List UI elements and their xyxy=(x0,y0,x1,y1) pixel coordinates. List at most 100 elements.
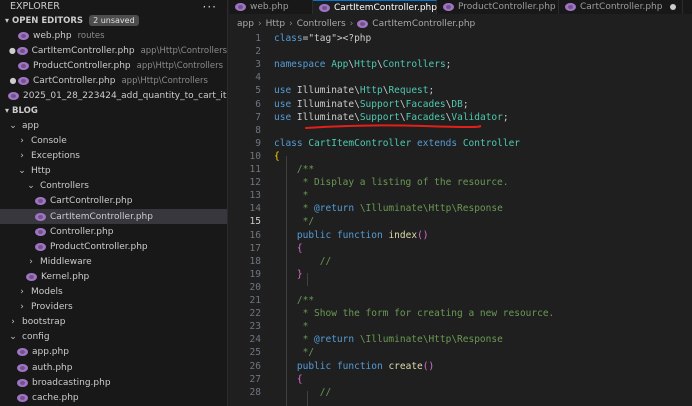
breadcrumb-item[interactable]: Controllers xyxy=(297,19,346,29)
tree-item[interactable]: broadcasting.php xyxy=(0,375,227,390)
code-line: use Illuminate\Http\Request; xyxy=(274,85,435,97)
php-elephant-icon xyxy=(17,393,28,402)
line-number: 24 xyxy=(249,334,261,346)
tree-item-label: broadcasting.php xyxy=(32,377,111,388)
breadcrumb-item[interactable]: Http xyxy=(266,19,286,29)
file-tree: ⌄ app › Console › Exceptions ⌄ Http ⌄ Controllers… xyxy=(0,118,227,405)
tree-item-label: auth.php xyxy=(32,362,73,373)
line-number: 16 xyxy=(249,229,261,241)
tree-item[interactable]: › Models xyxy=(0,285,227,300)
editor-tab[interactable]: ProductController.php xyxy=(437,0,559,14)
tree-item[interactable]: CartController.php xyxy=(0,194,227,209)
line-number: 25 xyxy=(249,347,261,359)
breadcrumb-separator-icon: › xyxy=(257,19,262,29)
project-label: BLOG xyxy=(12,105,38,116)
code-line: { xyxy=(296,373,303,385)
code-line: public function index() xyxy=(296,229,429,241)
project-section[interactable]: ▾ BLOG xyxy=(0,103,227,118)
chevron-down-icon: ⌄ xyxy=(18,166,26,177)
chevron-down-icon: ⌄ xyxy=(9,121,17,132)
tab-label: CartController.php xyxy=(580,2,663,12)
line-number: 27 xyxy=(249,373,261,385)
php-elephant-icon xyxy=(18,31,29,40)
tree-item[interactable]: ProductController.php xyxy=(0,239,227,254)
code-line: */ xyxy=(274,347,315,359)
php-elephant-icon xyxy=(26,272,37,281)
explorer-header: EXPLORER ··· xyxy=(0,0,227,14)
php-elephant-icon xyxy=(235,3,246,11)
code-line: * xyxy=(274,321,309,333)
line-number: 8 xyxy=(255,124,261,136)
tree-item-label: app xyxy=(22,121,39,132)
tree-item[interactable]: cache.php xyxy=(0,390,227,405)
code-line: class CartItemController extends Control… xyxy=(274,137,521,149)
open-editor-name: CartController.php xyxy=(33,75,116,86)
line-number: 14 xyxy=(249,203,261,215)
php-elephant-icon xyxy=(35,197,46,206)
line-number: 9 xyxy=(255,137,261,149)
tree-item[interactable]: auth.php xyxy=(0,360,227,375)
breadcrumb-item[interactable]: app xyxy=(237,19,254,29)
open-editor-path: app\Http\Controllers xyxy=(140,45,227,56)
tree-item[interactable]: ⌄ config xyxy=(0,330,227,345)
code-line: * Show the form for creating a new resou… xyxy=(274,308,555,320)
line-number: 11 xyxy=(249,164,261,175)
tree-item[interactable]: ⌄ app xyxy=(0,118,227,133)
tree-item[interactable]: › Console xyxy=(0,134,227,149)
code-line: * xyxy=(274,190,309,202)
chevron-right-icon: › xyxy=(29,256,33,267)
tree-item[interactable]: Controller.php xyxy=(0,224,227,239)
php-elephant-icon xyxy=(17,363,28,372)
more-actions-icon[interactable]: ··· xyxy=(203,0,217,14)
unsaved-badge: 2 unsaved xyxy=(89,15,139,26)
red-underline-annotation xyxy=(305,124,482,129)
code-line: class="tag"><?php xyxy=(274,33,372,44)
open-editor-item[interactable]: ● CartItemController.php app\Http\Controll… xyxy=(0,43,227,58)
open-editors-label: OPEN EDITORS xyxy=(12,15,84,26)
open-editor-name: CartItemController.php xyxy=(31,45,135,56)
editor-tab[interactable]: CartController.php xyxy=(559,0,684,14)
line-number: 1 xyxy=(255,33,261,44)
tree-item[interactable]: › Providers xyxy=(0,300,227,315)
php-elephant-icon xyxy=(443,3,454,11)
code-line: */ xyxy=(274,216,315,228)
unsaved-dot-icon[interactable] xyxy=(670,4,677,10)
open-editor-path: app\Http\Controllers xyxy=(121,75,208,86)
php-elephant-icon xyxy=(35,227,46,236)
tree-item[interactable]: ⌄ Controllers xyxy=(0,179,227,194)
open-editor-item[interactable]: web.php routes xyxy=(0,28,227,43)
breadcrumb-separator-icon: › xyxy=(349,19,354,29)
tree-item[interactable]: Kernel.php xyxy=(0,269,227,284)
tree-item[interactable]: ⌄ Http xyxy=(0,164,227,179)
tree-item[interactable]: CartItemController.php xyxy=(0,209,227,225)
tree-item-label: Console xyxy=(31,136,67,147)
open-editor-item[interactable]: ● CartController.php app\Http\Controllers xyxy=(0,73,227,88)
tree-item-label: bootstrap xyxy=(22,317,66,328)
tree-item[interactable]: › Exceptions xyxy=(0,149,227,164)
editor-tab[interactable]: web.php xyxy=(229,0,313,14)
tree-item[interactable]: app.php xyxy=(0,345,227,360)
tree-item-label: Kernel.php xyxy=(41,271,90,282)
php-elephant-icon xyxy=(319,3,330,12)
breadcrumb-item[interactable]: CartItemController.php xyxy=(372,19,475,29)
open-editor-item[interactable]: 2025_01_28_223424_add_quantity_to_cart_i… xyxy=(0,88,227,103)
code-line: /** xyxy=(274,295,315,306)
chevron-right-icon: › xyxy=(20,287,24,298)
tab-label: ProductController.php xyxy=(458,2,556,12)
code-line: } xyxy=(296,268,303,280)
chevron-right-icon: › xyxy=(20,136,24,147)
line-number: 19 xyxy=(249,268,261,280)
tree-item-label: Exceptions xyxy=(31,151,80,162)
open-editors-section[interactable]: ▾ OPEN EDITORS 2 unsaved xyxy=(0,13,227,28)
chevron-down-icon: ▾ xyxy=(4,16,9,25)
code-line: // xyxy=(274,386,332,398)
code-editor[interactable]: 1 class="tag"><?php 2 3 namespace App\Http\C… xyxy=(229,31,692,406)
tree-item[interactable]: › Middleware xyxy=(0,254,227,269)
chevron-down-icon: ⌄ xyxy=(9,332,17,343)
tree-item[interactable]: › bootstrap xyxy=(0,315,227,330)
php-elephant-icon xyxy=(35,212,46,221)
code-line: public function create() xyxy=(296,360,435,372)
open-editor-item[interactable]: ProductController.php app\Http\Controller… xyxy=(0,58,227,73)
line-number: 18 xyxy=(249,255,261,267)
editor-tab[interactable]: CartItemController.php xyxy=(313,0,437,14)
